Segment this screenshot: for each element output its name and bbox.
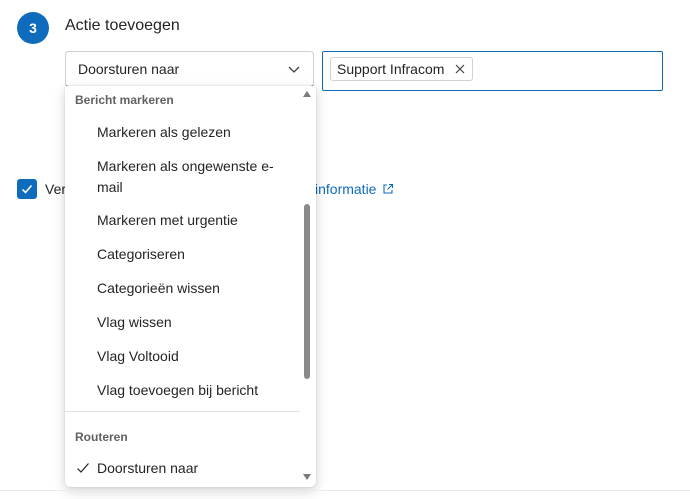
option-clear-flag[interactable]: Vlag wissen [97,312,292,333]
bottom-divider [0,490,690,491]
option-mark-junk[interactable]: Markeren als ongewenste e-mail [97,156,292,198]
recipient-input[interactable]: Support Infracom [322,51,663,91]
step-number-badge: 3 [17,12,49,44]
group-divider [65,411,300,412]
checkmark-icon [21,184,33,194]
external-link-icon [383,183,394,194]
option-mark-read[interactable]: Markeren als gelezen [97,122,292,143]
scrollbar-thumb[interactable] [304,204,310,379]
group-header-route: Routeren [75,430,128,444]
option-flag-complete[interactable]: Vlag Voltooid [97,346,292,367]
group-header-mark: Bericht markeren [75,93,174,107]
chevron-down-icon [288,66,300,73]
scroll-down-arrow-icon[interactable] [303,474,311,480]
recipient-chip: Support Infracom [330,57,474,81]
action-dropdown-list: Bericht markeren Markeren als gelezen Ma… [65,86,316,487]
option-flag-message[interactable]: Vlag toevoegen bij bericht [97,380,292,401]
recipient-chip-label: Support Infracom [337,61,445,77]
more-info-link[interactable]: informatie [315,181,394,197]
rule-editor: 3 Actie toevoegen Doorsturen naar Suppor… [0,0,690,499]
option-mark-importance[interactable]: Markeren met urgentie [97,210,292,231]
remove-chip-icon[interactable] [454,63,466,75]
action-select-value: Doorsturen naar [78,61,180,77]
more-info-link-label: informatie [315,181,377,197]
option-categorize[interactable]: Categoriseren [97,244,292,265]
action-select[interactable]: Doorsturen naar [65,51,314,88]
option-forward-to[interactable]: Doorsturen naar [97,458,292,479]
step-title: Actie toevoegen [65,17,180,34]
options-checkbox[interactable] [17,179,37,199]
selected-check-icon [77,463,89,473]
checkbox-label: Ver [45,181,67,197]
option-clear-categories[interactable]: Categorieën wissen [97,278,292,299]
scroll-up-arrow-icon[interactable] [303,91,311,97]
